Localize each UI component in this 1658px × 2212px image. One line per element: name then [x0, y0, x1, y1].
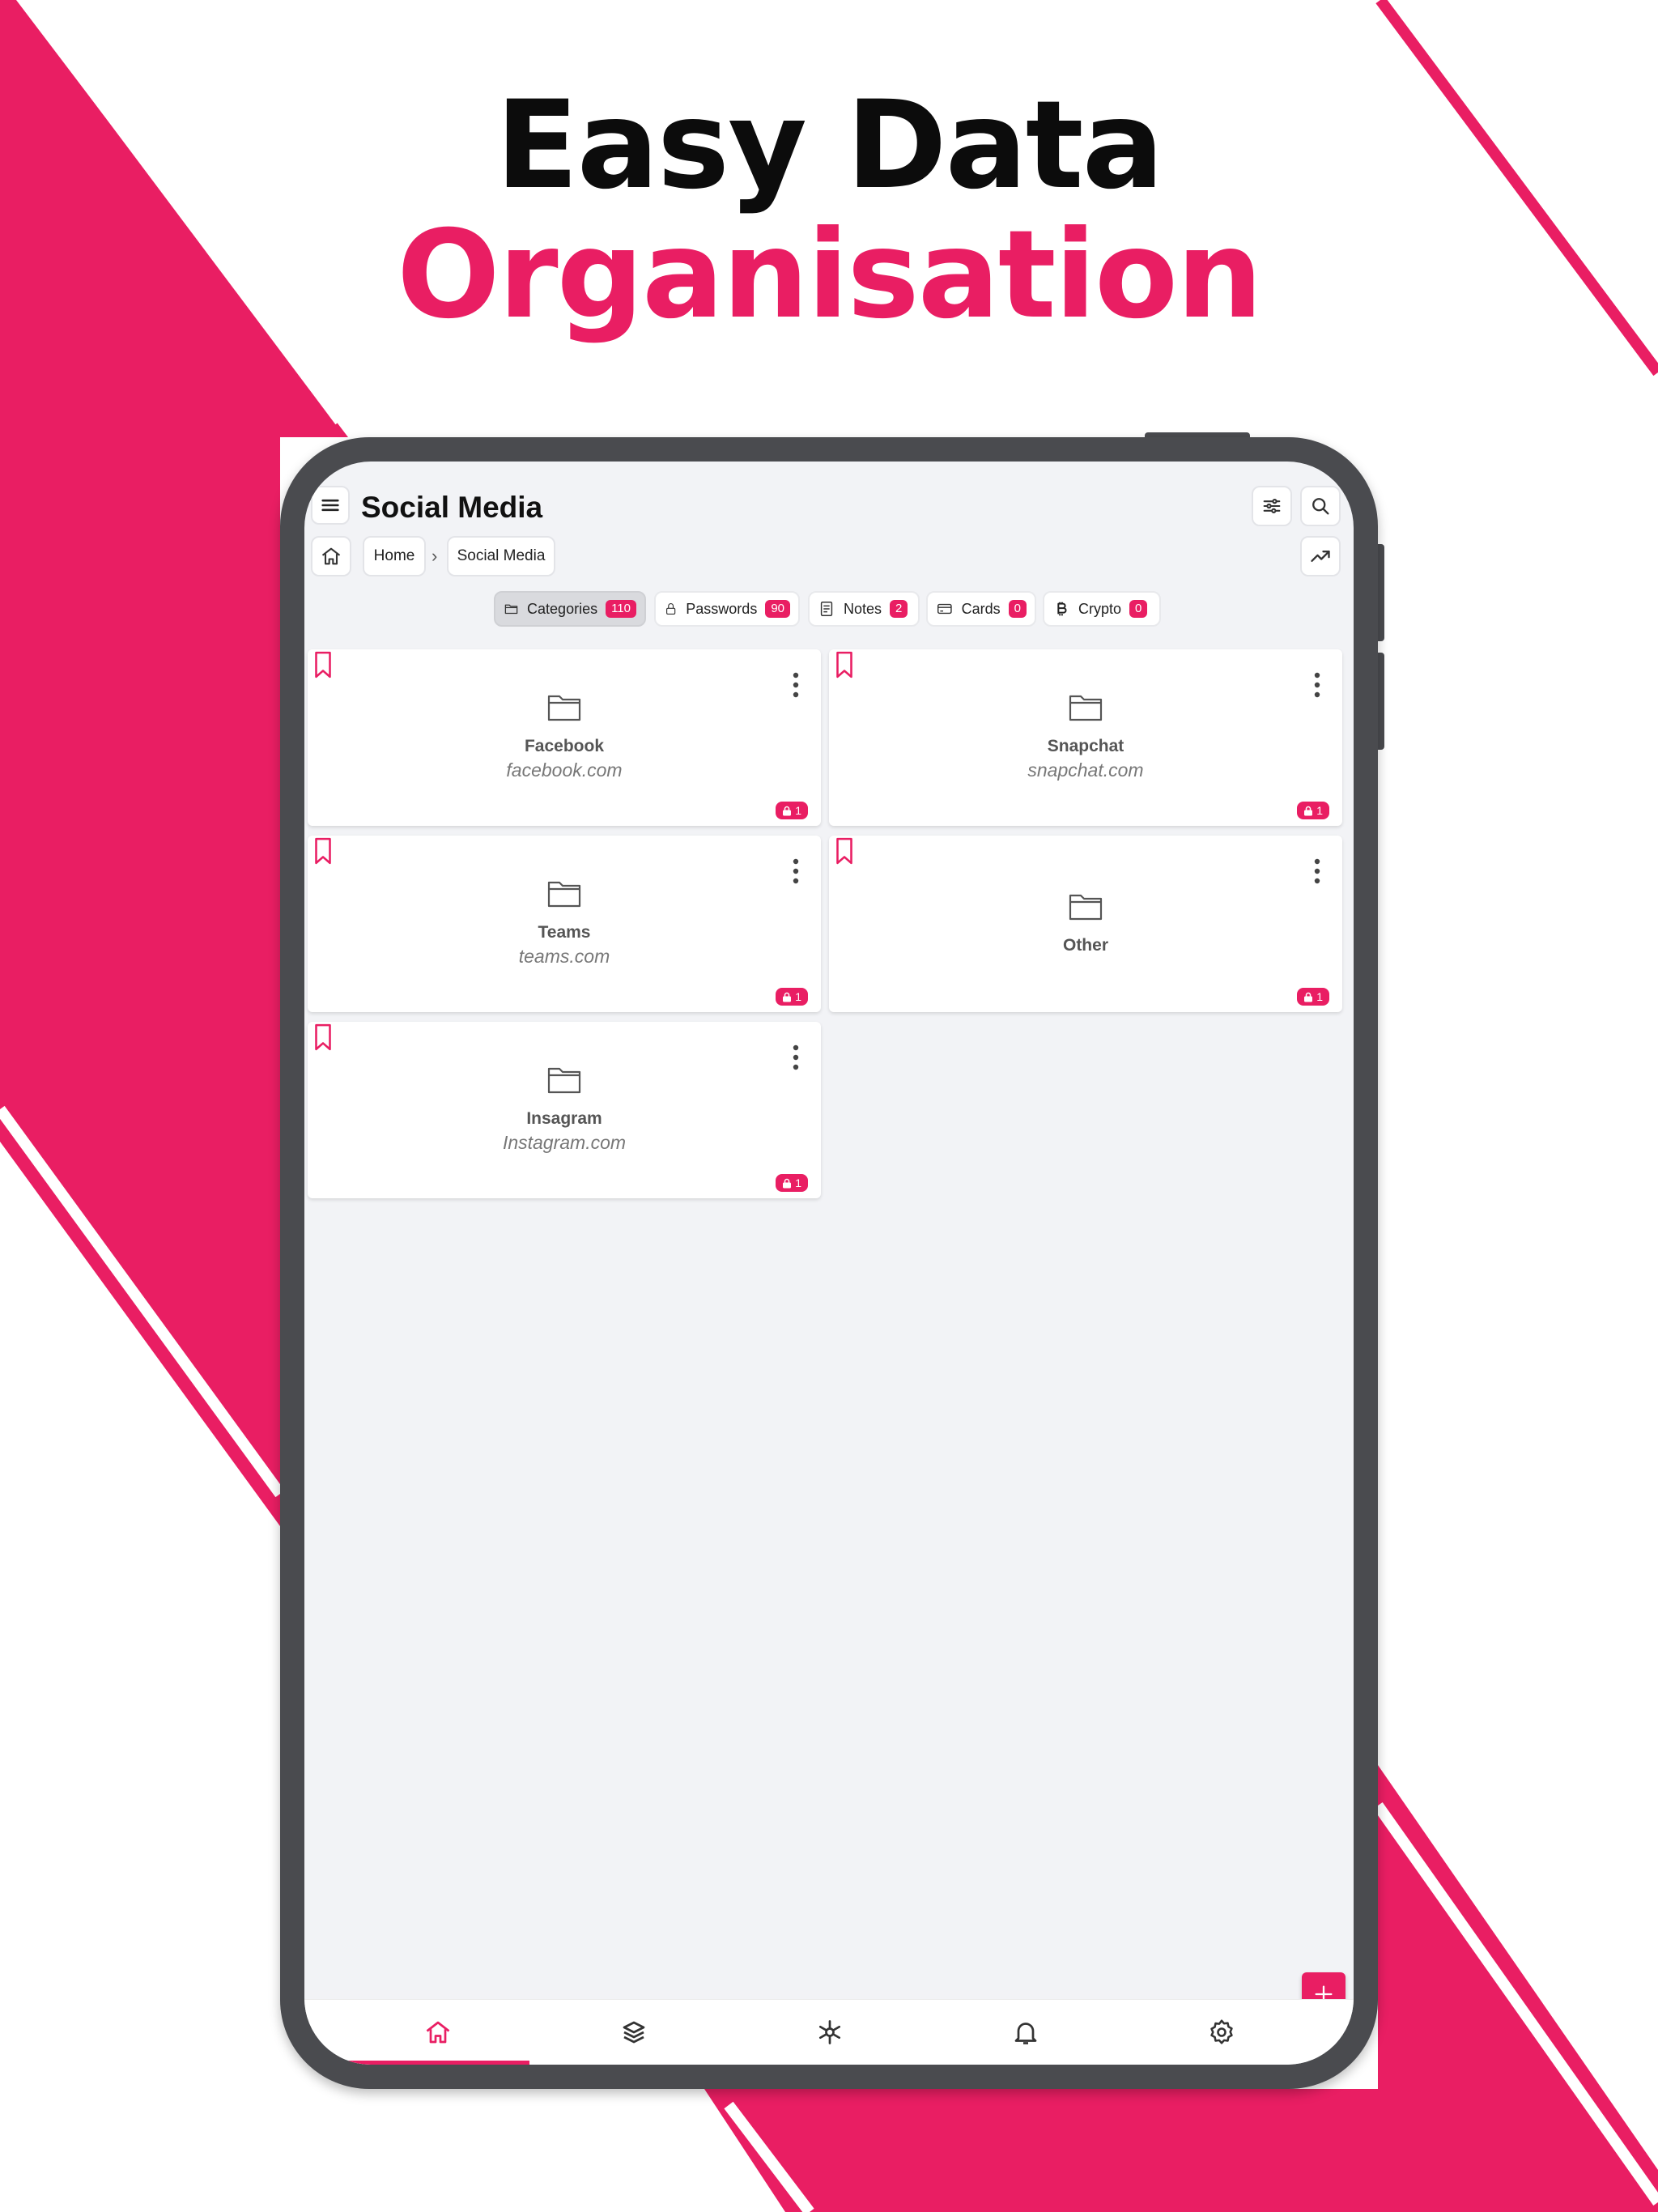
folder-icon: [547, 1067, 581, 1094]
password-count-badge: 1: [776, 802, 808, 819]
bell-icon: [1014, 2023, 1037, 2044]
search-button[interactable]: [1300, 486, 1341, 526]
category-domain: facebook.com: [506, 759, 623, 781]
more-options-icon[interactable]: [1313, 672, 1321, 698]
tab-notes-label: Notes: [844, 600, 882, 617]
category-name: Other: [1062, 936, 1108, 955]
asterisk-icon: [818, 2020, 841, 2044]
bookmark-icon[interactable]: [834, 651, 855, 678]
category-domain: snapchat.com: [1027, 759, 1144, 781]
tab-notes-count: 2: [890, 600, 908, 618]
menu-icon: [321, 499, 339, 512]
nav-layers[interactable]: [537, 2000, 731, 2065]
tab-crypto-label: Crypto: [1078, 600, 1122, 617]
tab-passwords-count: 90: [765, 600, 790, 618]
tablet-frame: Social Media Home › Social Media Categor…: [280, 437, 1378, 2089]
sliders-icon: [1263, 499, 1281, 513]
note-icon: [820, 602, 833, 616]
category-domain: teams.com: [518, 946, 610, 967]
app-screen: Social Media Home › Social Media Categor…: [304, 462, 1354, 2065]
nav-active-indicator: [346, 2061, 529, 2065]
category-name: Facebook: [524, 737, 605, 755]
password-count-badge: 1: [776, 988, 808, 1006]
folder-icon: [504, 604, 518, 615]
filter-button[interactable]: [1252, 486, 1292, 526]
bookmark-icon[interactable]: [312, 651, 334, 678]
more-options-icon[interactable]: [792, 1044, 800, 1070]
tab-notes[interactable]: Notes 2: [808, 591, 920, 627]
category-name: Teams: [538, 923, 591, 942]
menu-button[interactable]: [311, 486, 350, 525]
promo-headline: Easy Data: [495, 75, 1164, 216]
breadcrumb-item-social-media[interactable]: Social Media: [447, 536, 555, 576]
lock-icon: [783, 1178, 792, 1188]
nav-notifications[interactable]: [929, 2000, 1123, 2065]
bookmark-icon[interactable]: [312, 1023, 334, 1051]
tab-categories-count: 110: [606, 600, 636, 618]
nav-generator[interactable]: [733, 2000, 927, 2065]
category-name: Snapchat: [1047, 737, 1124, 755]
nav-settings[interactable]: [1124, 2000, 1319, 2065]
tab-cards[interactable]: Cards 0: [926, 591, 1036, 627]
category-card-instagram[interactable]: Insagram Instagram.com 1: [308, 1022, 821, 1198]
tab-categories[interactable]: Categories 110: [494, 591, 646, 627]
tab-crypto-count: 0: [1129, 600, 1148, 618]
bookmark-icon[interactable]: [312, 837, 334, 865]
password-count: 1: [1316, 990, 1323, 1003]
password-count-badge: 1: [1297, 802, 1329, 819]
password-count: 1: [1316, 804, 1323, 817]
settings-icon: [1210, 2019, 1233, 2044]
password-count: 1: [795, 1176, 801, 1189]
more-options-icon[interactable]: [1313, 858, 1321, 884]
lock-icon: [666, 603, 676, 615]
search-icon: [1312, 498, 1329, 515]
password-count: 1: [795, 990, 801, 1003]
lock-icon: [1304, 806, 1313, 815]
category-card-snapchat[interactable]: Snapchat snapchat.com 1: [829, 649, 1342, 826]
category-card-teams[interactable]: Teams teams.com 1: [308, 836, 821, 1012]
bottom-navigation: [304, 1999, 1354, 2065]
category-name: Insagram: [526, 1109, 602, 1128]
category-card-facebook[interactable]: Facebook facebook.com 1: [308, 649, 821, 826]
breadcrumb-separator: ›: [432, 546, 438, 566]
breadcrumb-item-home[interactable]: Home: [363, 536, 426, 576]
trending-up-icon: [1311, 551, 1330, 562]
bookmark-icon[interactable]: [834, 837, 855, 865]
lock-icon: [783, 806, 792, 815]
password-count: 1: [795, 804, 801, 817]
tab-cards-label: Cards: [961, 600, 1001, 617]
folder-icon: [1069, 695, 1103, 721]
layers-icon: [623, 2021, 645, 2044]
promo-subheadline: Organisation: [397, 205, 1263, 346]
password-count-badge: 1: [776, 1174, 808, 1192]
credit-card-icon: [937, 603, 952, 615]
tab-cards-count: 0: [1008, 600, 1027, 618]
folder-icon: [547, 881, 581, 908]
folder-icon: [1069, 894, 1103, 921]
tab-categories-label: Categories: [527, 600, 598, 617]
home-icon: [426, 2021, 450, 2044]
home-icon: [321, 547, 341, 565]
breadcrumb-home-button[interactable]: [311, 536, 351, 576]
bitcoin-icon: [1057, 602, 1067, 616]
tab-passwords-label: Passwords: [686, 600, 758, 617]
folder-icon: [547, 695, 581, 721]
more-options-icon[interactable]: [792, 858, 800, 884]
page-title: Social Media: [361, 491, 543, 524]
category-card-other[interactable]: Other 1: [829, 836, 1342, 1012]
nav-home[interactable]: [341, 2000, 535, 2065]
trending-button[interactable]: [1300, 536, 1341, 576]
tab-passwords[interactable]: Passwords 90: [654, 591, 800, 627]
more-options-icon[interactable]: [792, 672, 800, 698]
lock-icon: [783, 992, 792, 1002]
password-count-badge: 1: [1297, 988, 1329, 1006]
tab-crypto[interactable]: Crypto 0: [1043, 591, 1161, 627]
category-domain: Instagram.com: [502, 1132, 627, 1153]
lock-icon: [1304, 992, 1313, 1002]
